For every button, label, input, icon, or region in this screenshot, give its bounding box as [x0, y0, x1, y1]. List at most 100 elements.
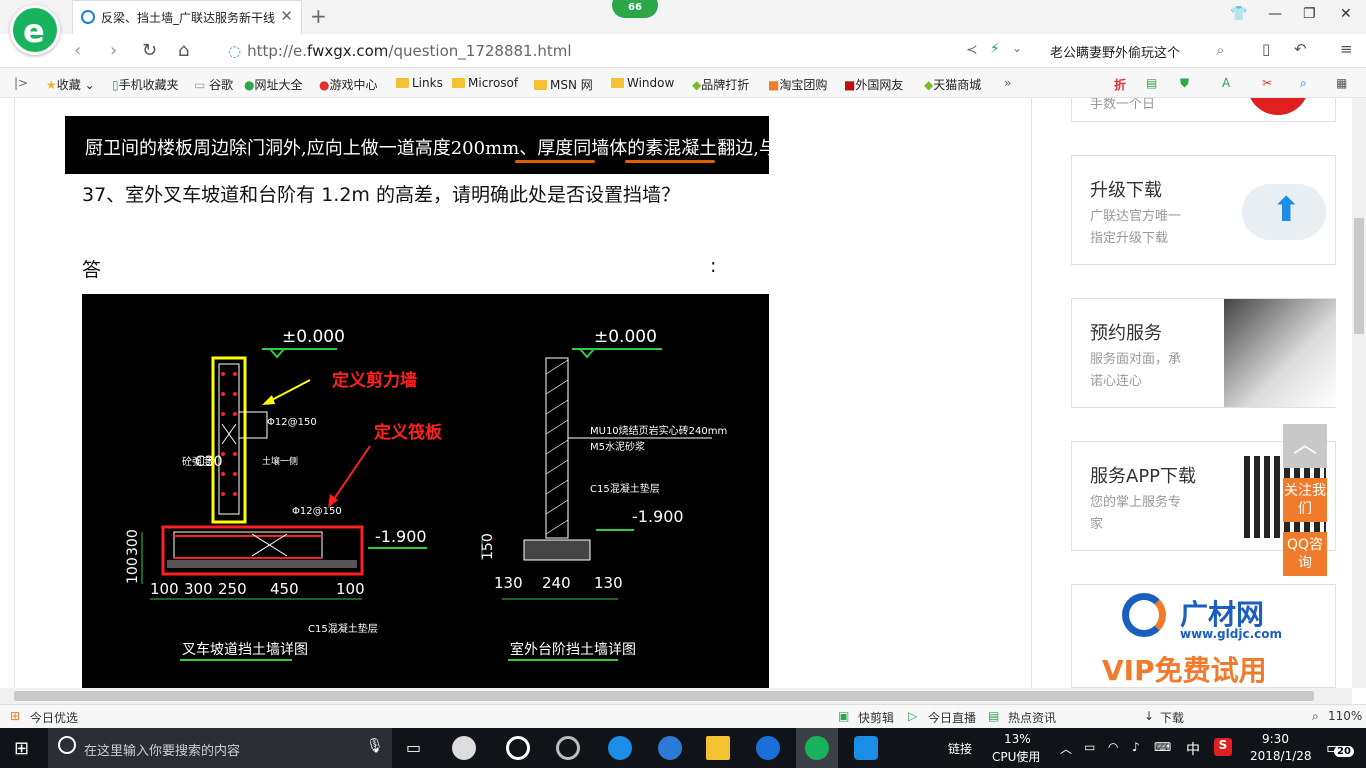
home-icon[interactable]: ⌂: [178, 40, 189, 61]
today-picks[interactable]: 今日优选: [30, 709, 78, 726]
sidebar-toggle-icon[interactable]: |>: [14, 76, 28, 90]
hot-search-text[interactable]: 老公瞒妻野外偷玩这个: [1050, 42, 1180, 61]
dim-100b: 100: [336, 580, 365, 598]
app-fan-icon[interactable]: [452, 736, 476, 760]
magnifier-icon[interactable]: ⌕: [1300, 76, 1307, 91]
bookmark-favorites[interactable]: ★收藏 ⌄: [46, 76, 95, 93]
discount-icon[interactable]: 折: [1114, 76, 1126, 93]
url-field[interactable]: ◌ http://e.fwxgx.com/question_1728881.htm…: [228, 42, 572, 60]
keyboard-icon[interactable]: ⌨: [1154, 740, 1171, 754]
app-explorer-icon[interactable]: [706, 736, 730, 760]
bookmark-tmall[interactable]: ◆天猫商城: [924, 76, 981, 93]
taskbar-search[interactable]: 在这里输入你要搜索的内容 🎙: [48, 728, 392, 768]
dim-240: 240: [542, 574, 571, 592]
back-icon[interactable]: ‹: [74, 40, 81, 61]
translate-icon[interactable]: A: [1222, 76, 1230, 90]
lightning-icon[interactable]: ⚡: [990, 41, 1000, 57]
apps-icon[interactable]: ▦: [1336, 76, 1347, 90]
app-g-icon[interactable]: [756, 736, 780, 760]
gift-icon[interactable]: ⊞: [10, 709, 20, 723]
sogou-ime-icon[interactable]: S: [1214, 738, 1232, 756]
app-360-browser-icon[interactable]: [805, 736, 829, 760]
bookmark-brand[interactable]: ◆品牌打折: [692, 76, 749, 93]
refresh-icon[interactable]: ↻: [142, 40, 157, 61]
dim-100a: 100: [150, 580, 179, 598]
bookmark-windows[interactable]: Window: [611, 76, 674, 90]
horizontal-scrollbar[interactable]: [0, 688, 1352, 704]
follow-us-button[interactable]: 关注我们: [1283, 478, 1327, 522]
content-border: [14, 98, 15, 688]
minimize-icon[interactable]: —: [1268, 6, 1282, 22]
shirt-icon[interactable]: 👕: [1230, 6, 1247, 22]
live-today[interactable]: 今日直播: [928, 709, 976, 726]
shield-icon[interactable]: ⛊: [1180, 76, 1189, 91]
bookmark-games[interactable]: ●游戏中心: [319, 76, 378, 93]
ime-indicator[interactable]: 中: [1186, 739, 1200, 759]
link-label[interactable]: 链接: [948, 740, 972, 757]
rebar-annotation-2: Φ12@150: [292, 506, 342, 517]
news-icon: ▤: [988, 709, 1000, 723]
clock-time[interactable]: 9:30: [1262, 732, 1289, 746]
close-window-icon[interactable]: ✕: [1340, 6, 1352, 22]
restore-icon[interactable]: ❐: [1303, 6, 1316, 22]
scissors-icon[interactable]: ✂: [1262, 76, 1272, 90]
bookmark-google[interactable]: ▭ 谷歌: [194, 76, 233, 93]
wall-arrow: [267, 379, 311, 403]
app-edge-icon[interactable]: [608, 736, 632, 760]
tab-close-icon[interactable]: ✕: [280, 7, 293, 25]
app-browser-e-icon[interactable]: [506, 736, 530, 760]
sidebar-card-upgrade[interactable]: 升级下载 广联达官方唯一 指定升级下载 ⬆: [1071, 155, 1336, 265]
notification-badge[interactable]: 66: [612, 0, 658, 18]
browser-tab[interactable]: 反梁、挡土墙_广联达服务新干线 ✕: [72, 0, 302, 34]
search-placeholder: 在这里输入你要搜索的内容: [84, 744, 241, 759]
bookmark-taobao[interactable]: ■淘宝团购: [768, 76, 827, 93]
app-move-icon[interactable]: [854, 736, 878, 760]
new-tab-icon[interactable]: +: [310, 4, 327, 28]
label-raft: 定义筏板: [374, 422, 443, 443]
wifi-icon[interactable]: ◠: [1108, 740, 1118, 754]
sidebar-card-partial[interactable]: 手数一个日: [1071, 98, 1336, 122]
sidebar-ad-gldjc[interactable]: 广材网 www.gldjc.com VIP免费试用: [1071, 584, 1336, 688]
microphone-icon[interactable]: 🎙: [366, 738, 384, 754]
bookmark-mobile[interactable]: ▯手机收藏夹: [112, 76, 179, 93]
downloads[interactable]: 下载: [1160, 709, 1184, 726]
book-icon[interactable]: ▤: [1146, 76, 1157, 90]
hot-news[interactable]: 热点资讯: [1008, 709, 1056, 726]
phone-icon[interactable]: ▯: [1262, 40, 1270, 58]
volume-icon[interactable]: ♪: [1132, 740, 1140, 754]
bookmark-nav[interactable]: ●网址大全: [244, 76, 303, 93]
forward-icon[interactable]: ›: [110, 40, 117, 61]
app-ie-icon[interactable]: [658, 736, 682, 760]
bookmark-foreign[interactable]: ■外国网友: [844, 76, 903, 93]
bookmark-msn[interactable]: MSN 网: [534, 76, 593, 93]
share-icon[interactable]: ≺: [966, 42, 978, 58]
sidebar-card-appointment[interactable]: 预约服务 服务面对面，承 诺心连心: [1071, 298, 1336, 408]
quick-clip[interactable]: 快剪辑: [858, 709, 894, 726]
text-image-banner: 厨卫间的楼板周边除门洞外,应向上做一道高度200mm、厚度同墙体的素混凝土翻边,…: [65, 116, 769, 174]
undo-icon[interactable]: ↶: [1294, 40, 1307, 58]
vertical-scrollbar[interactable]: [1352, 98, 1366, 688]
back-to-top-button[interactable]: ︿: [1283, 424, 1327, 468]
battery-icon[interactable]: ▭: [1084, 740, 1095, 754]
windows-start-icon[interactable]: ⊞: [14, 738, 29, 759]
scroll-thumb[interactable]: [1354, 218, 1364, 334]
dim-130a: 130: [494, 574, 523, 592]
menu-icon[interactable]: ≡: [1340, 40, 1353, 58]
search-icon[interactable]: ⌕: [1216, 41, 1224, 59]
dim-vertical-150: 150: [480, 533, 496, 560]
scroll-thumb[interactable]: [14, 691, 1314, 701]
tray-expand-icon[interactable]: ︿: [1060, 740, 1072, 757]
qq-consult-button[interactable]: QQ咨询: [1283, 532, 1327, 576]
browser-logo[interactable]: e: [10, 5, 60, 55]
bookmark-links[interactable]: Links: [396, 76, 443, 90]
zoom-level[interactable]: 110%: [1328, 709, 1362, 723]
app-swirl-icon[interactable]: [556, 736, 580, 760]
chevron-down-icon[interactable]: ⌄: [1012, 41, 1022, 55]
gldjc-logo-icon: [1122, 593, 1166, 637]
elevation-low-left: -1.900: [375, 527, 427, 546]
bookmark-microsoft[interactable]: Microsof: [452, 76, 518, 90]
task-view-icon[interactable]: ▭: [406, 738, 421, 757]
more-bookmarks-icon[interactable]: »: [1004, 76, 1011, 90]
clock-date[interactable]: 2018/1/28: [1250, 749, 1312, 763]
brick-hatch: [545, 359, 569, 535]
